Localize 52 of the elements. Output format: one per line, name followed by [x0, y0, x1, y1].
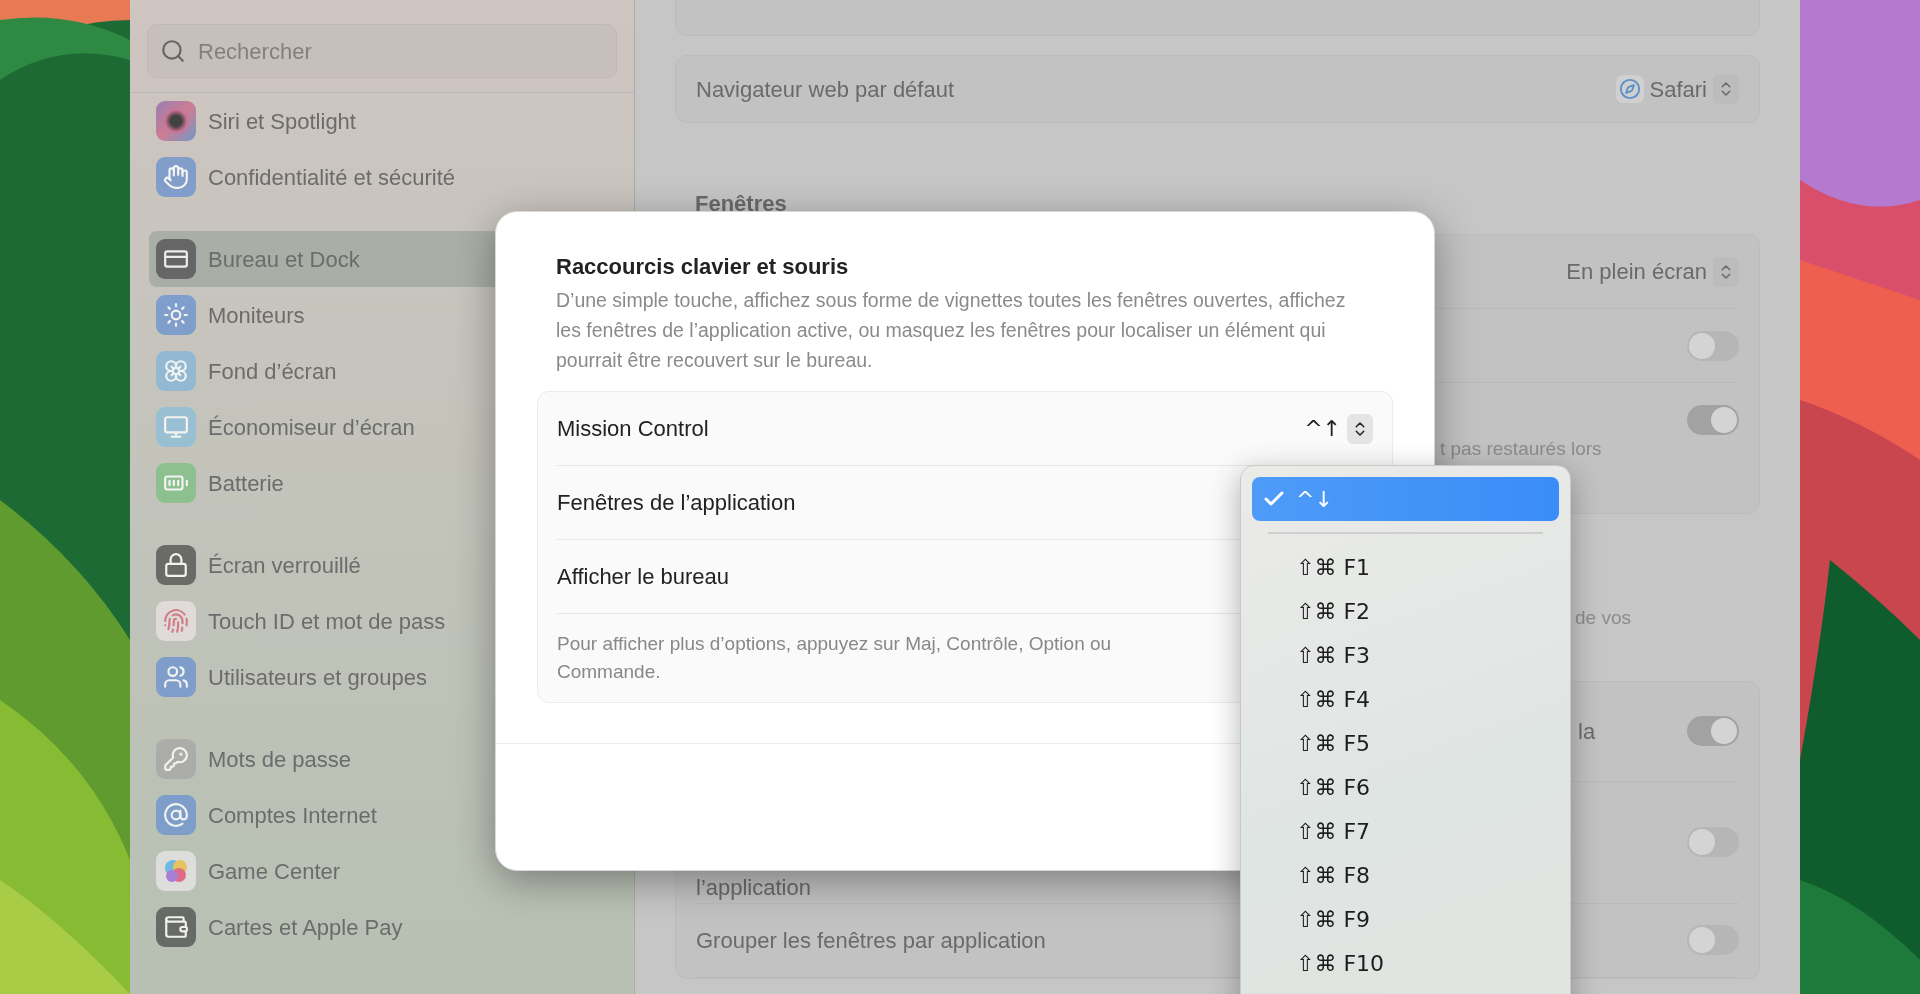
lock-icon	[156, 545, 196, 585]
menu-item[interactable]: ⇧⌘ F5	[1252, 721, 1559, 765]
at-sign-icon	[156, 795, 196, 835]
wallet-icon	[156, 907, 196, 947]
menu-item[interactable]: ⇧⌘ F8	[1252, 853, 1559, 897]
compass-icon	[1618, 78, 1641, 100]
dialog-description: D’une simple touche, affichez sous forme de vignettes toutes les fenêtres ouvertes, affichez les fenêtres de l’application active, ou masquez les fenêtres pour localiser un élément qui pourrait être recouvert sur le bureau.	[556, 288, 1347, 373]
battery-icon	[156, 463, 196, 503]
section-heading: Fenêtres	[695, 191, 787, 216]
sidebar-item[interactable]: Siri et Spotlight	[149, 93, 615, 149]
toggle-switch[interactable]	[1687, 827, 1739, 857]
shortcut-select[interactable]: ^↑	[1304, 412, 1373, 445]
sidebar-item[interactable]: Comptes Internet	[149, 787, 615, 843]
toggle-switch[interactable]	[1687, 330, 1739, 361]
shortcut-label: Fenêtres de l’application	[557, 489, 796, 517]
sidebar-item[interactable]: Mots de passe	[149, 731, 615, 787]
hint-text: Pour afficher plus d’options, appuyez sur Maj, Contrôle, Option ou Commande.	[557, 633, 1112, 682]
hand-icon	[156, 157, 196, 197]
menu-item[interactable]: ⇧⌘ F1	[1252, 545, 1559, 589]
toggle-switch[interactable]	[1687, 716, 1739, 746]
shortcut-label: Afficher le bureau	[557, 563, 730, 591]
section-note: de vos	[1575, 607, 1631, 628]
menu-item[interactable]: ⇧⌘ F4	[1252, 677, 1559, 721]
sidebar-item[interactable]: Confidentialité et sécurité	[149, 149, 615, 205]
menu-item[interactable]: ⇧⌘ F3	[1252, 633, 1559, 677]
setting-label: Navigateur web par défaut	[696, 75, 956, 104]
select-button[interactable]: Safari	[1615, 72, 1739, 106]
menu-item[interactable]: ⇧⌘ F2	[1252, 589, 1559, 633]
menu-item[interactable]: ⇧⌘ F7	[1252, 809, 1559, 853]
users-icon	[156, 657, 196, 697]
shortcut-label: Mission Control	[557, 415, 709, 443]
setting-label: Grouper les fenêtres par application	[696, 927, 1046, 953]
setting-label: la	[1578, 718, 1596, 744]
sun-icon	[156, 295, 196, 335]
fingerprint-icon	[156, 601, 196, 641]
monitor-icon	[156, 407, 196, 447]
setting-label: l’application	[696, 875, 811, 900]
sidebar-item[interactable]: Game Center	[149, 843, 615, 899]
search-input[interactable]: Rechercher	[198, 34, 604, 68]
search-icon	[160, 38, 186, 64]
card-icon	[156, 239, 196, 279]
key-icon	[156, 739, 196, 779]
flower-icon	[156, 351, 196, 391]
sidebar-item[interactable]: Cartes et Apple Pay	[149, 899, 615, 955]
menu-item[interactable]: ^↓	[1252, 477, 1559, 521]
menu-item[interactable]: ⇧⌘ F6	[1252, 765, 1559, 809]
select-button[interactable]: En plein écran	[1566, 255, 1739, 288]
menu-item[interactable]: ⇧⌘ F10	[1252, 941, 1559, 985]
toggle-switch[interactable]	[1687, 925, 1739, 955]
menu-item[interactable]: ⇧⌘ F9	[1252, 897, 1559, 941]
toggle-switch[interactable]	[1687, 405, 1739, 435]
search-field[interactable]: Rechercher	[147, 24, 617, 78]
